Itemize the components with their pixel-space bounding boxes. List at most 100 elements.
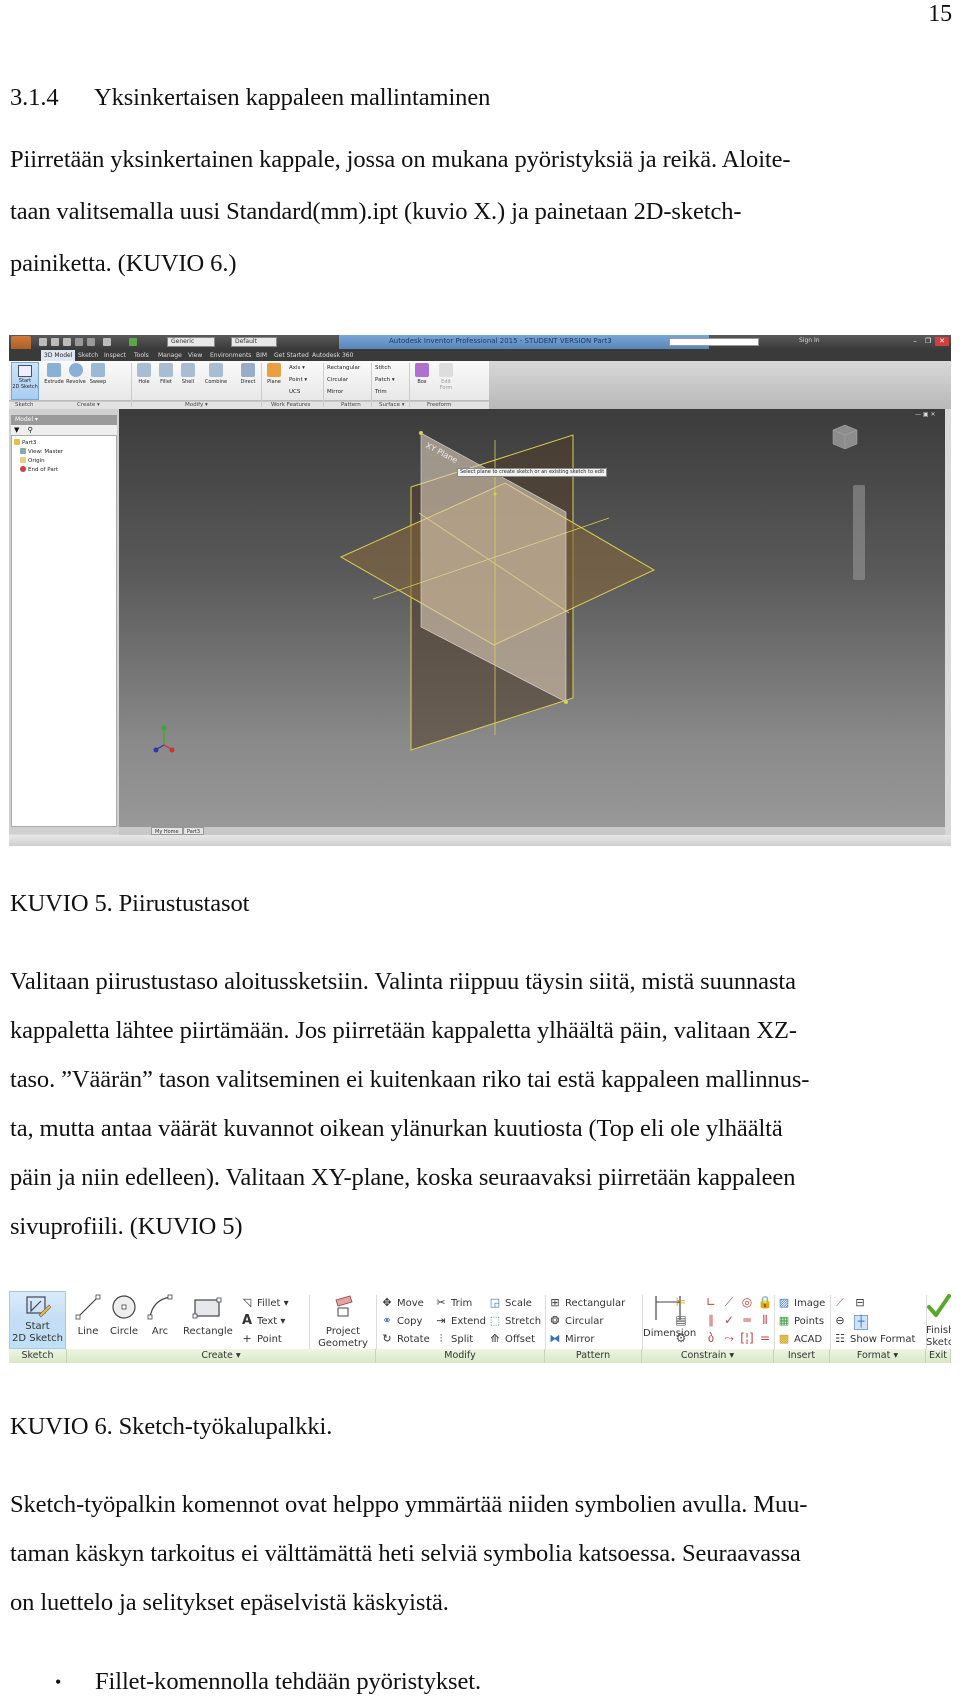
tangent-constraint-icon[interactable]: ბ [703,1331,719,1345]
rectangle-button[interactable]: Rectangle [183,1294,233,1338]
parallel-constraint-icon[interactable]: ∥ [703,1313,719,1327]
construction-button[interactable]: ⟋ [834,1297,850,1310]
rotate-button[interactable]: ↻ Rotate [381,1332,429,1346]
figure6-caption: KUVIO 6. Sketch-työkalupalkki. [10,1413,333,1440]
triad-y-icon [161,725,167,731]
group-title-constrain[interactable]: Constrain ▾ [642,1349,774,1363]
status-bar [9,835,951,846]
arc-label: Arc [151,1326,169,1337]
stretch-button[interactable]: ⬚ Stretch [489,1315,541,1328]
project-geometry-icon [335,1295,353,1317]
trim-icon: ✂ [436,1296,446,1309]
acad-icon: ▩ [778,1332,790,1345]
plane-select-tooltip: Select plane to create sketch or an exis… [457,468,608,477]
project-geometry-button[interactable]: Project Geometry [313,1294,373,1350]
paragraph-line: sivuprofiili. (KUVIO 5) [10,1213,243,1240]
trim-label: Trim [451,1298,473,1309]
rectangle-label: Rectangle [183,1326,233,1337]
group-title-pattern: Pattern [545,1349,642,1363]
circle-button[interactable]: Circle [107,1294,141,1338]
paragraph-line: kappaletta lähtee piirtämään. Jos piirre… [10,1017,797,1044]
paragraph-line: ta, mutta antaa väärät kuvannot oikean y… [10,1115,783,1142]
copy-label: Copy [397,1316,423,1327]
acad-label: ACAD [794,1334,823,1345]
point-button[interactable]: + Point [241,1333,281,1346]
insert-image-button[interactable]: ▨ Image [778,1297,826,1310]
smooth-constraint-icon[interactable]: ⤳ [721,1331,737,1346]
text-label: Text ▾ [257,1316,286,1327]
centerpoint-icon: ⊖ [835,1314,845,1327]
circle-icon [112,1295,136,1319]
scale-button[interactable]: ◲ Scale [489,1297,532,1310]
group-title-create[interactable]: Create ▾ [67,1349,376,1363]
copy-icon: ⚭ [382,1314,392,1327]
paragraph-line: taan valitsemalla uusi Standard(mm).ipt … [10,198,742,225]
auto-dimension-icon[interactable]: ⊨ [673,1295,689,1309]
group-title-format[interactable]: Format ▾ [830,1349,926,1363]
finish-check-icon [926,1294,951,1317]
copy-button[interactable]: ⚭ Copy [381,1315,422,1328]
mirror-button[interactable]: ⧓ Mirror [549,1332,595,1346]
coincident-constraint-icon[interactable]: ∟ [703,1295,719,1309]
document-tab-bar [119,827,945,835]
centerline-button[interactable]: ┼ [854,1315,868,1330]
origin-point [493,492,497,496]
circular-pattern-button[interactable]: ❂ Circular [549,1315,604,1328]
paragraph-line: taso. ”Väärän” tason valitseminen ei kui… [10,1066,810,1093]
project-label-1: Project [325,1326,361,1337]
move-button[interactable]: ✥ Move [381,1296,423,1310]
mirror-icon: ⧓ [549,1332,561,1345]
finish-sketch-button[interactable]: Finish Sketch [926,1293,951,1349]
triad-z-axis [156,744,165,750]
stretch-label: Stretch [505,1316,542,1327]
offset-button[interactable]: ⟰ Offset [489,1333,535,1346]
equal-constraint-icon[interactable]: = [757,1331,773,1345]
line-button[interactable]: Line [73,1294,103,1338]
split-icon: ⫶ [439,1332,443,1345]
construction-icon: ⟋ [836,1296,844,1309]
start-label-line1: Start [25,1321,50,1332]
extend-label: Extend [451,1316,486,1327]
start-label-line2: 2D Sketch [12,1333,63,1344]
extend-button[interactable]: ⇥ Extend [435,1315,486,1328]
circular-label: Circular [565,1316,604,1327]
fillet-button[interactable]: ◹ Fillet ▾ [241,1297,289,1310]
finish-label-2: Sketch [926,1337,951,1348]
arc-button[interactable]: Arc [147,1294,173,1338]
move-icon: ✥ [382,1296,392,1309]
paragraph-line: Sketch-työpalkin komennot ovat helppo ym… [10,1491,808,1518]
concentric-constraint-icon[interactable]: ◎ [739,1295,755,1309]
insert-points-button[interactable]: ▦ Points [778,1315,824,1328]
circle-label: Circle [109,1326,139,1337]
centerpoint-button[interactable]: ⊖ [834,1315,850,1328]
collinear-constraint-icon[interactable]: ⟋ [721,1295,737,1310]
origin-planes-graphic[interactable]: XY Plane [9,335,951,846]
rectangular-pattern-button[interactable]: ⊞ Rectangular [549,1297,625,1310]
sketch-toolbar-screenshot: Start 2D Sketch Sketch Line Circle Arc R… [9,1291,951,1363]
doc-tab-part3[interactable]: Part3 [183,827,205,835]
paragraph-line: taman käskyn tarkoitus ei välttämättä he… [10,1540,801,1567]
fix-constraint-icon[interactable]: 🔒 [757,1295,773,1309]
group-title-insert: Insert [774,1349,830,1363]
split-button[interactable]: ⫶ Split [435,1332,474,1346]
text-button[interactable]: A Text ▾ [241,1314,286,1328]
toolbar-separator [830,1295,831,1349]
section-title: Yksinkertaisen kappaleen mallintaminen [94,84,491,111]
centerline-icon: ┼ [857,1315,865,1328]
driven-dimension-icon: ⊟ [855,1296,865,1309]
show-format-button[interactable]: ☷ Show Format [834,1333,915,1346]
trim-button[interactable]: ✂ Trim [435,1297,472,1310]
perpendicular-constraint-icon[interactable]: ✓ [721,1313,737,1327]
relax-mode-icon[interactable]: ⚙ [673,1331,689,1345]
horizontal-constraint-icon[interactable]: ═ [739,1313,755,1327]
doc-tab-my-home[interactable]: My Home [151,827,183,835]
driven-dimension-button[interactable]: ⊟ [854,1297,870,1310]
insert-acad-button[interactable]: ▩ ACAD [778,1333,822,1346]
symmetric-constraint-icon[interactable]: [¦] [739,1331,755,1345]
constraint-settings-icon[interactable]: ▤ [673,1313,689,1327]
start-2d-sketch-label: Start 2D Sketch [9,1321,66,1345]
vertical-constraint-icon[interactable]: ⦀ [757,1313,773,1328]
arc-icon [147,1294,173,1320]
rotate-icon: ↻ [382,1332,392,1345]
extend-icon: ⇥ [436,1314,446,1327]
